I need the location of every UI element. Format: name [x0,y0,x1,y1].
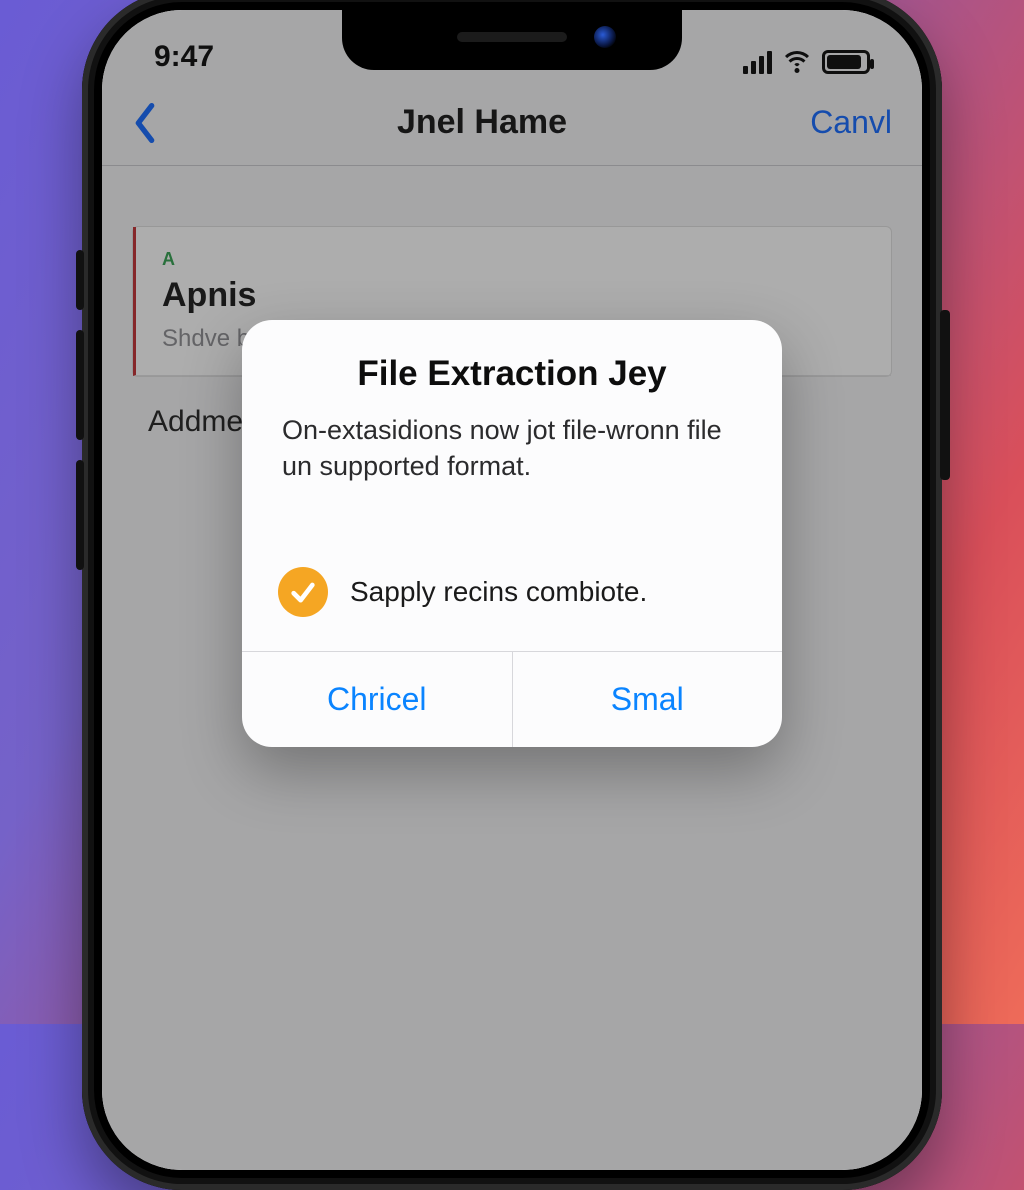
phone-screen: 9:47 Jnel Hame Canvl [102,10,922,1170]
alert-spacer [242,503,782,567]
volume-up-button [76,330,84,440]
alert-dialog: File Extraction Jey On-extasidions now j… [242,320,782,747]
alert-secondary-button[interactable]: Smal [512,652,783,747]
speaker-grille [457,32,567,42]
notch [342,10,682,70]
front-camera [594,26,616,48]
alert-status-text: Sapply recins combiote. [350,576,647,608]
power-button [940,310,950,480]
alert-body: File Extraction Jey On-extasidions now j… [242,320,782,503]
alert-status-row: Sapply recins combiote. [242,567,782,651]
volume-down-button [76,460,84,570]
alert-message: On-extasidions now jot file-wronn file u… [278,412,746,485]
checkmark-icon [278,567,328,617]
mute-switch [76,250,84,310]
alert-primary-button[interactable]: Chricel [242,652,512,747]
alert-title: File Extraction Jey [278,354,746,394]
alert-button-row: Chricel Smal [242,651,782,747]
phone-device-frame: 9:47 Jnel Hame Canvl [82,0,942,1190]
